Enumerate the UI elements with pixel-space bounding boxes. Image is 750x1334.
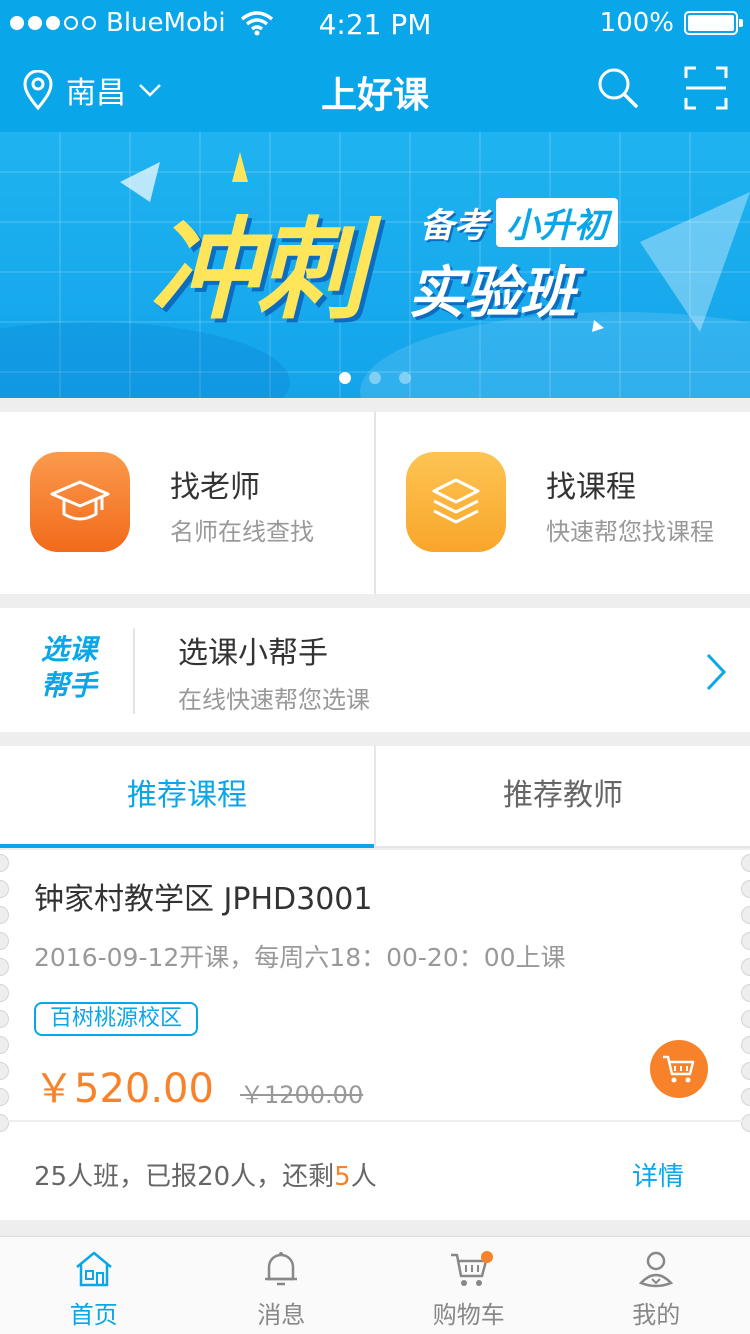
course-helper-entry[interactable]: 选课 帮手 选课小帮手 在线快速帮您选课 [0,608,750,732]
course-card[interactable]: 钟家村教学区 JPHD3001 2016-09-12开课，每周六18：00-20… [0,850,750,1220]
find-teacher-title: 找老师 [170,470,260,505]
price-row: ￥520.00 ￥1200.00 [34,1056,363,1114]
bottom-tab-bar: 首页 消息 购物车 我的 [0,1236,750,1334]
tab-home-label: 首页 [69,1301,118,1329]
current-price: ￥520.00 [34,1066,214,1112]
scan-icon[interactable] [684,66,728,110]
battery-percent: 100% [599,8,674,38]
ticket-perforation [741,854,750,1136]
original-price: ￥1200.00 [239,1081,364,1109]
banner-sub-main: 实验班 [408,261,576,326]
cart-icon [663,1055,695,1083]
chevron-right-icon [706,653,727,691]
helper-desc: 在线快速帮您选课 [178,686,370,714]
tab-recommended-courses[interactable]: 推荐课程 [0,746,374,848]
city-selector[interactable]: 南昌 [22,68,162,112]
banner-dot[interactable] [369,372,381,384]
campus-badge: 百树桃源校区 [34,1002,199,1036]
nav-bar: 南昌 上好课 [0,48,750,132]
user-icon [639,1251,674,1288]
banner-headline: 冲刺 [150,206,366,334]
course-card-footer: 25人班，已报20人，还剩5人 详情 [0,1120,750,1220]
tab-cart-label: 购物车 [432,1301,505,1329]
divider [133,628,135,714]
find-course-entry[interactable]: 找课程 快速帮您找课程 [374,412,750,594]
tab-cart[interactable]: 购物车 [375,1237,563,1334]
top-bar: BlueMobi 4:21 PM 100% 南昌 上好课 [0,0,750,132]
find-teacher-desc: 名师在线查找 [170,518,314,546]
banner-background [0,132,750,398]
home-icon [75,1251,112,1287]
tab-profile[interactable]: 我的 [563,1237,750,1334]
find-teacher-entry[interactable]: 找老师 名师在线查找 [0,412,374,594]
remaining-seats: 5 [334,1162,351,1192]
banner-dot[interactable] [399,372,411,384]
graduation-cap-icon [30,452,130,552]
battery-icon [684,11,743,35]
recommend-tabs: 推荐课程 推荐教师 [0,746,750,848]
promo-banner[interactable]: 冲刺 备考 小升初 实验班 [0,132,750,398]
city-name: 南昌 [66,76,126,111]
find-course-title: 找课程 [546,470,636,505]
enrollment-status: 25人班，已报20人，还剩5人 [34,1162,377,1192]
quick-entries: 找老师 名师在线查找 找课程 快速帮您找课程 [0,412,750,594]
bell-icon [265,1252,298,1286]
course-schedule: 2016-09-12开课，每周六18：00-20：00上课 [34,943,566,972]
banner-sub-prefix: 备考 [420,206,488,246]
tab-recommended-teachers[interactable]: 推荐教师 [374,746,750,846]
layers-icon [406,452,506,552]
cart-badge [480,1251,493,1263]
tab-home[interactable]: 首页 [0,1237,188,1334]
chevron-down-icon [139,84,161,97]
banner-subtitle: 备考 小升初 [420,198,618,247]
ticket-perforation [0,854,9,1136]
tab-messages-label: 消息 [257,1301,306,1329]
battery-status: 100% [599,8,743,38]
banner-sub-tag: 小升初 [496,198,618,247]
banner-dot[interactable] [339,372,351,384]
helper-logo: 选课 帮手 [40,633,97,702]
status-bar: BlueMobi 4:21 PM 100% [0,0,750,48]
helper-title: 选课小帮手 [178,636,328,671]
banner-pagination [0,372,750,384]
search-icon[interactable] [596,66,640,110]
find-course-desc: 快速帮您找课程 [546,518,714,546]
location-pin-icon [23,70,53,110]
tab-profile-label: 我的 [632,1301,681,1329]
tab-messages[interactable]: 消息 [188,1237,376,1334]
course-title: 钟家村教学区 JPHD3001 [34,882,373,917]
course-detail-link[interactable]: 详情 [632,1156,684,1193]
add-to-cart-button[interactable] [650,1040,708,1098]
